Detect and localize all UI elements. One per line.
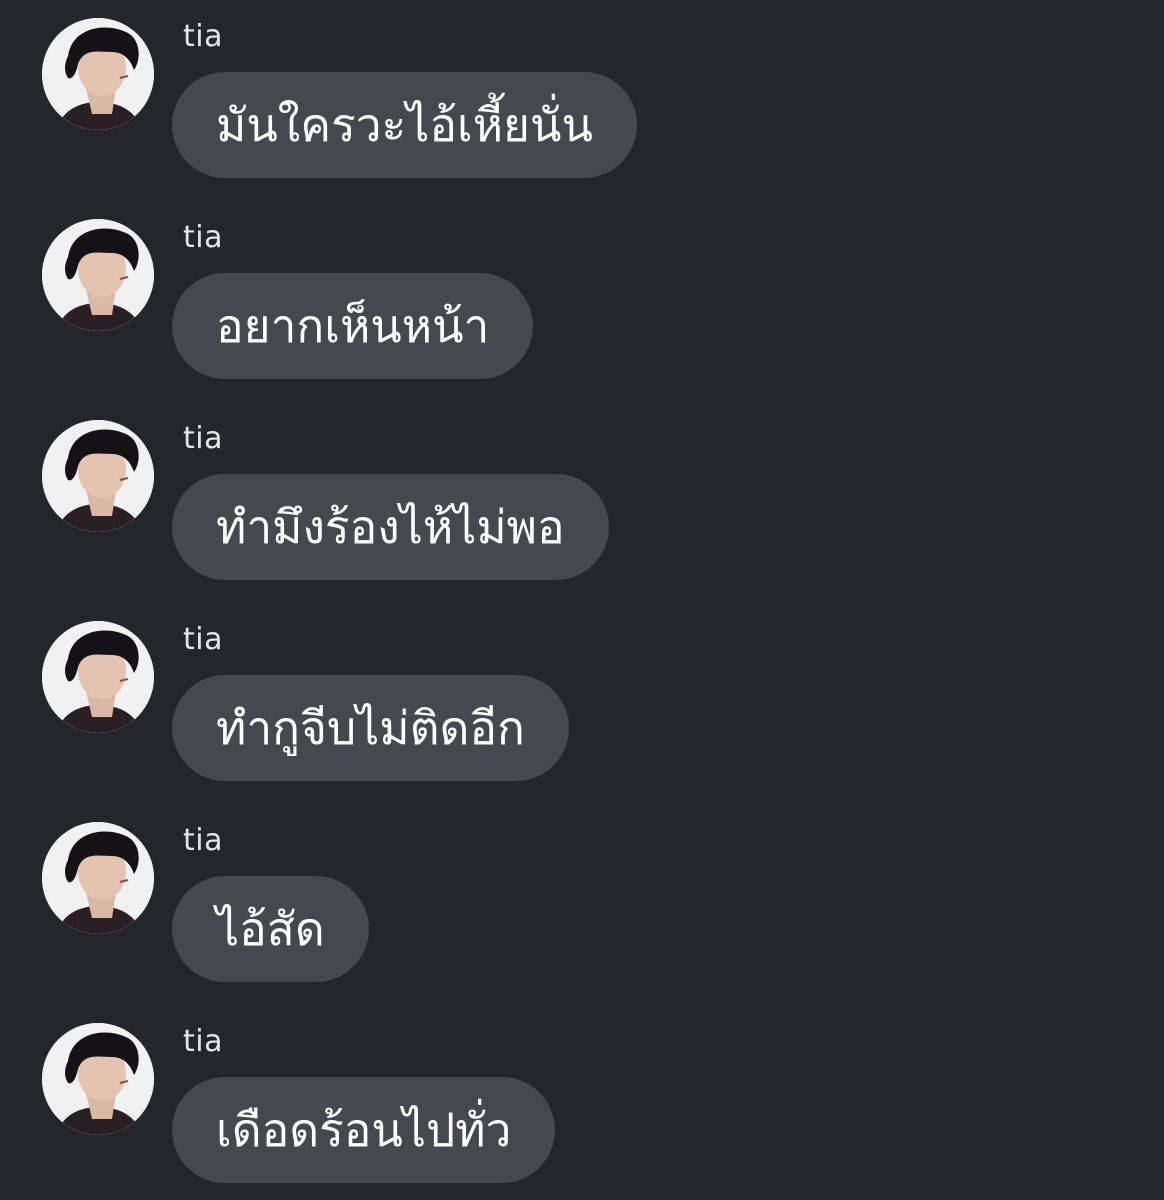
profile-photo-icon xyxy=(42,621,154,733)
avatar[interactable] xyxy=(42,219,154,331)
sender-name: tia xyxy=(183,220,223,255)
message-row: tia ทำมึงร้องไห้ไม่พอ xyxy=(0,402,1164,592)
sender-name: tia xyxy=(183,823,223,858)
profile-photo-icon xyxy=(42,822,154,934)
avatar[interactable] xyxy=(42,621,154,733)
message-row: tia อยากเห็นหน้า xyxy=(0,201,1164,391)
message-row: tia มันใครวะไอ้เหี้ยนั่น xyxy=(0,0,1164,190)
sender-name: tia xyxy=(183,421,223,456)
profile-photo-icon xyxy=(42,1023,154,1135)
avatar[interactable] xyxy=(42,420,154,532)
message-row: tia เดือดร้อนไปทั่ว xyxy=(0,1005,1164,1195)
message-row: tia ไอ้สัด xyxy=(0,804,1164,994)
sender-name: tia xyxy=(183,622,223,657)
sender-name: tia xyxy=(183,19,223,54)
message-bubble[interactable]: อยากเห็นหน้า xyxy=(172,273,534,379)
message-bubble[interactable]: ทำกูจีบไม่ติดอีก xyxy=(172,675,569,781)
avatar[interactable] xyxy=(42,18,154,130)
profile-photo-icon xyxy=(42,219,154,331)
profile-photo-icon xyxy=(42,18,154,130)
message-bubble[interactable]: เดือดร้อนไปทั่ว xyxy=(172,1077,556,1183)
avatar[interactable] xyxy=(42,1023,154,1135)
message-bubble[interactable]: ไอ้สัด xyxy=(172,876,369,982)
message-bubble[interactable]: ทำมึงร้องไห้ไม่พอ xyxy=(172,474,609,580)
message-row: tia ทำกูจีบไม่ติดอีก xyxy=(0,603,1164,793)
avatar[interactable] xyxy=(42,822,154,934)
chat-thread: tia มันใครวะไอ้เหี้ยนั่น tia อยากเห็นหน้… xyxy=(0,0,1164,1200)
sender-name: tia xyxy=(183,1024,223,1059)
message-bubble[interactable]: มันใครวะไอ้เหี้ยนั่น xyxy=(172,72,637,178)
profile-photo-icon xyxy=(42,420,154,532)
